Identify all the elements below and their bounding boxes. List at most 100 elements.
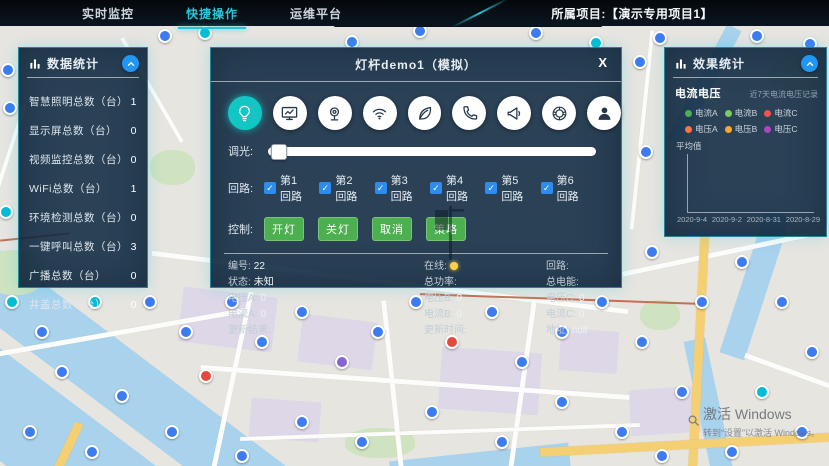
stats-panel-title: 数据统计	[47, 55, 99, 72]
info-row: 更新结果:	[228, 325, 424, 338]
circuit-checkbox[interactable]: ✓第5回路	[485, 172, 528, 204]
broadcast-megaphone-icon[interactable]	[497, 96, 531, 130]
map-marker[interactable]	[335, 355, 349, 369]
map-marker[interactable]	[158, 29, 172, 43]
map-marker[interactable]	[235, 449, 249, 463]
stat-value: 0	[131, 212, 137, 224]
map-marker[interactable]	[515, 355, 529, 369]
map-marker[interactable]	[0, 205, 13, 219]
collapse-button[interactable]	[801, 55, 818, 72]
control-button-2[interactable]: 关灯	[318, 217, 358, 241]
wifi-icon[interactable]	[363, 96, 397, 130]
x-axis-ticks: 2020-9-42020-9-22020-8-312020-8-29	[677, 215, 820, 224]
checkbox-checked-icon[interactable]: ✓	[485, 182, 497, 194]
map-marker[interactable]	[425, 405, 439, 419]
checkbox-checked-icon[interactable]: ✓	[541, 182, 553, 194]
info-label: 地址:	[546, 325, 569, 336]
stat-label: 一键呼叫总数（台）	[29, 239, 127, 254]
close-icon[interactable]: X	[598, 55, 607, 70]
map-marker[interactable]	[725, 445, 739, 459]
map-marker[interactable]	[755, 385, 769, 399]
map-marker[interactable]	[55, 365, 69, 379]
info-label: 电流B:	[424, 309, 453, 320]
map-marker[interactable]	[655, 449, 669, 463]
checkbox-checked-icon[interactable]: ✓	[430, 182, 442, 194]
nav-tab-3[interactable]: 运维平台	[288, 3, 344, 24]
map-marker[interactable]	[615, 425, 629, 439]
info-row: 编号:22	[228, 261, 424, 274]
collapse-button[interactable]	[122, 55, 139, 72]
map-marker[interactable]	[23, 425, 37, 439]
checkbox-checked-icon[interactable]: ✓	[319, 182, 331, 194]
map-marker[interactable]	[775, 295, 789, 309]
map-marker[interactable]	[495, 435, 509, 449]
checkbox-checked-icon[interactable]: ✓	[375, 182, 387, 194]
map-marker[interactable]	[1, 63, 15, 77]
circuit-checkbox[interactable]: ✓第3回路	[375, 172, 418, 204]
nav-tab-2[interactable]: 快捷操作	[184, 3, 240, 24]
circuit-checkbox[interactable]: ✓第4回路	[430, 172, 473, 204]
call-phone-icon[interactable]	[452, 96, 486, 130]
info-label: 回路:	[546, 261, 569, 272]
map-marker[interactable]	[5, 295, 19, 309]
legend-item[interactable]: 电压C	[764, 123, 797, 135]
legend-label: 电压A	[695, 123, 718, 135]
person-detect-icon[interactable]	[587, 96, 621, 130]
stat-value: 0	[131, 299, 137, 311]
circuit-checkbox[interactable]: ✓第6回路	[541, 172, 584, 204]
circuit-label: 回路:	[228, 180, 264, 196]
control-button-3[interactable]: 取消	[372, 217, 412, 241]
camera-icon[interactable]	[318, 96, 352, 130]
map-marker[interactable]	[199, 369, 213, 383]
map-marker[interactable]	[805, 345, 819, 359]
stat-label: 井盖总数（台）	[29, 297, 106, 312]
map-marker[interactable]	[179, 325, 193, 339]
legend-item[interactable]: 电压B	[725, 123, 758, 135]
map-marker[interactable]	[645, 245, 659, 259]
display-screen-icon[interactable]	[273, 96, 307, 130]
circuit-checkbox[interactable]: ✓第2回路	[319, 172, 362, 204]
chart-subtitle: 近7天电流电压记录	[750, 89, 818, 100]
map-marker[interactable]	[529, 26, 543, 40]
legend-dot	[764, 110, 771, 117]
info-value: 0	[456, 309, 462, 320]
map-marker[interactable]	[165, 425, 179, 439]
stat-value: 1	[131, 183, 137, 195]
checkbox-checked-icon[interactable]: ✓	[264, 182, 276, 194]
map-marker[interactable]	[635, 335, 649, 349]
map-marker[interactable]	[555, 395, 569, 409]
info-label: 电流C:	[546, 309, 576, 320]
device-icon-row	[211, 82, 621, 130]
map-marker[interactable]	[735, 255, 749, 269]
dimming-slider[interactable]	[268, 147, 596, 156]
map-marker[interactable]	[633, 55, 647, 69]
control-button-1[interactable]: 开灯	[264, 217, 304, 241]
legend-item[interactable]: 电流B	[725, 107, 758, 119]
legend-item[interactable]: 电流C	[764, 107, 797, 119]
info-label: 总功率:	[424, 277, 457, 288]
map-marker[interactable]	[639, 145, 653, 159]
slider-handle[interactable]	[271, 144, 287, 160]
environment-leaf-icon[interactable]	[408, 96, 442, 130]
map-marker[interactable]	[750, 29, 764, 43]
info-label: 电压A:	[228, 293, 257, 304]
light-bulb-icon[interactable]	[228, 96, 262, 130]
map-marker[interactable]	[295, 415, 309, 429]
legend-item[interactable]: 电压A	[685, 123, 718, 135]
app-root: 实时监控快捷操作运维平台 所属项目:【演示专用项目1】 数据统计 智慧照明总数（…	[0, 0, 829, 466]
manhole-cover-icon[interactable]	[542, 96, 576, 130]
nav-tab-1[interactable]: 实时监控	[80, 3, 136, 24]
map-marker[interactable]	[695, 295, 709, 309]
map-marker[interactable]	[675, 385, 689, 399]
nav-tabs: 实时监控 快捷操作 运维平台	[80, 3, 344, 24]
map-marker[interactable]	[85, 445, 99, 459]
stat-value: 0	[131, 154, 137, 166]
map-marker[interactable]	[355, 435, 369, 449]
map-marker[interactable]	[653, 31, 667, 45]
map-marker[interactable]	[115, 389, 129, 403]
circuit-checkbox[interactable]: ✓第1回路	[264, 172, 307, 204]
legend-item[interactable]: 电流A	[685, 107, 718, 119]
map-marker[interactable]	[3, 101, 17, 115]
bar-chart-icon	[674, 57, 688, 71]
info-label: 在线:	[424, 261, 447, 272]
